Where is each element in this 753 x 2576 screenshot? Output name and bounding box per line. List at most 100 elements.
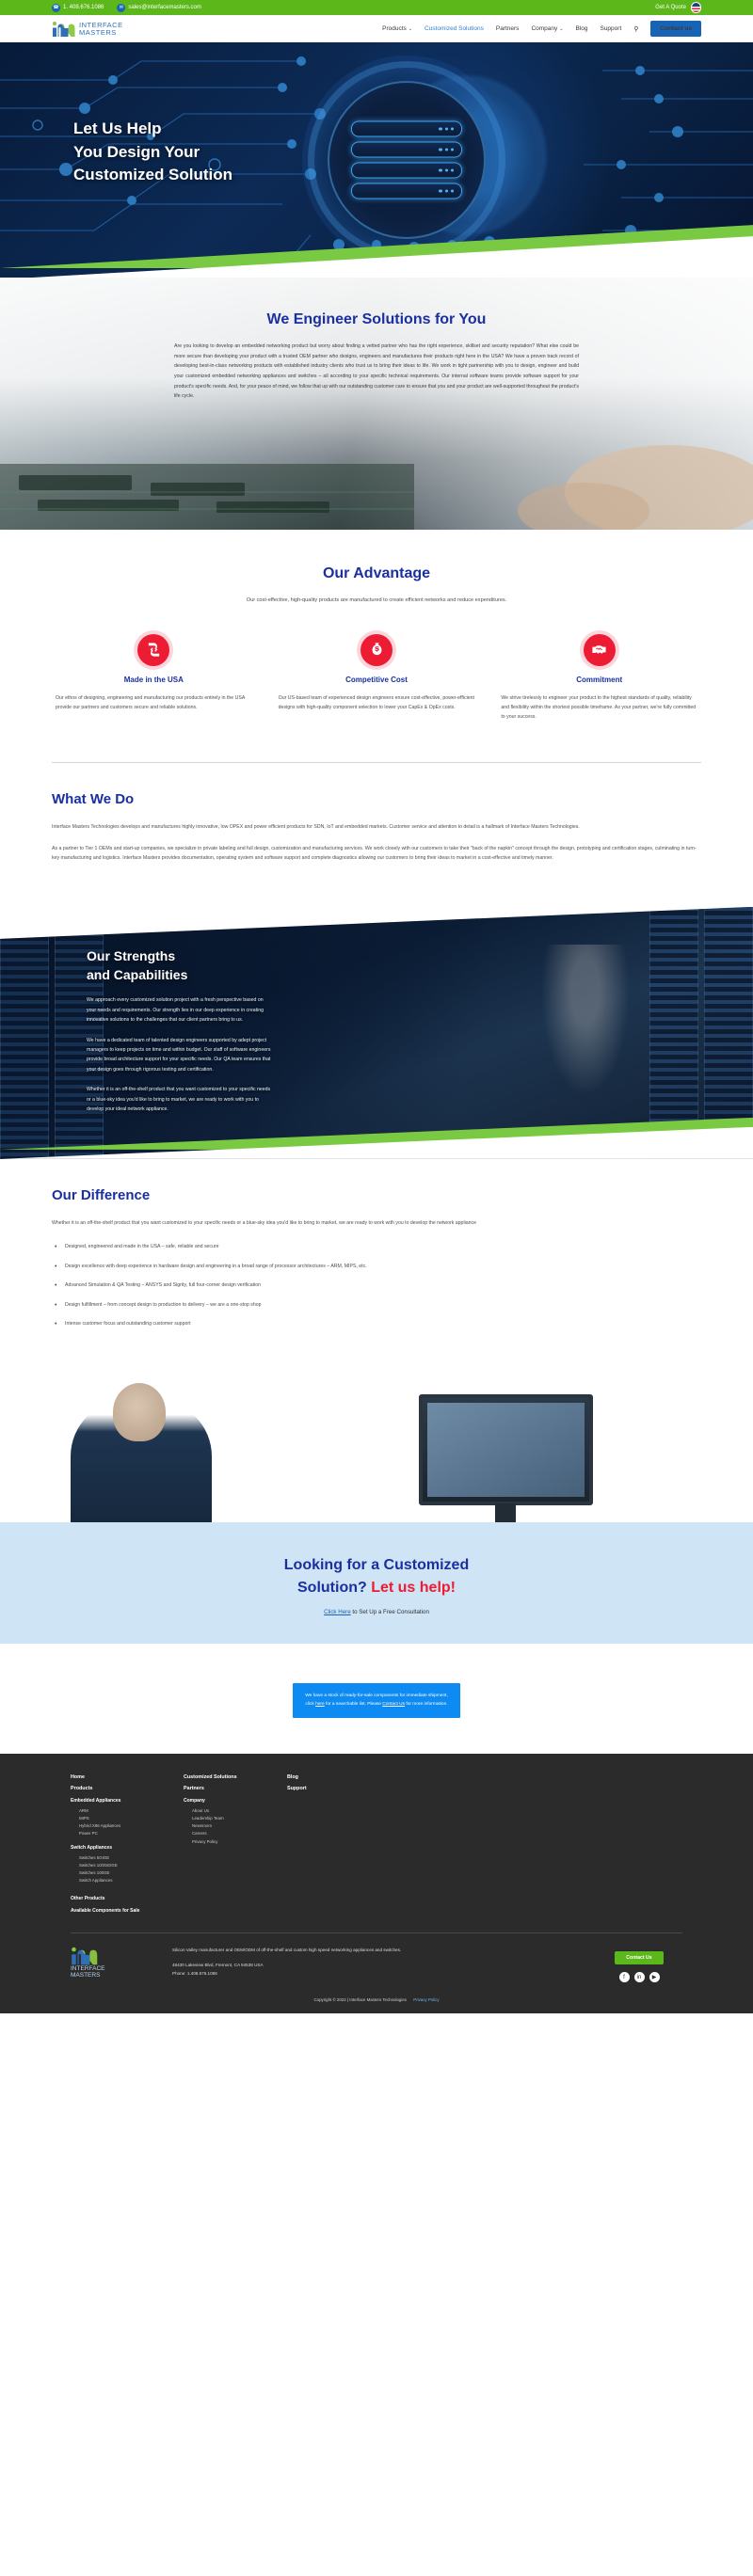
- search-icon[interactable]: ⚲: [633, 25, 638, 33]
- pcb-photo-decoration: [0, 464, 414, 530]
- footer-sublink[interactable]: Switches 5GIGE: [71, 1854, 184, 1862]
- footer-sublink[interactable]: Privacy Policy: [184, 1838, 287, 1846]
- advantage-columns: Made in the USA Our ethos of designing, …: [52, 633, 701, 723]
- footer-group-switch-appliances[interactable]: Switch Appliances: [71, 1845, 184, 1851]
- footer-link-blog[interactable]: Blog: [287, 1774, 391, 1780]
- footer-sublink[interactable]: Switches 10/25GIGE: [71, 1862, 184, 1869]
- what-we-do-paragraph-1: Interface Masters Technologies develops …: [52, 823, 580, 830]
- topbar-phone[interactable]: ☎ 1. 408.676.1086: [52, 3, 104, 12]
- footer-group-company[interactable]: Company: [184, 1798, 287, 1804]
- hero-banner: Let Us Help You Design Your Customized S…: [0, 42, 753, 278]
- we-engineer-content: We Engineer Solutions for You Are you lo…: [0, 311, 753, 402]
- difference-bullet: Design fulfillment – from concept design…: [52, 1300, 701, 1312]
- footer-link-support[interactable]: Support: [287, 1786, 391, 1791]
- nav-item-customized-solutions[interactable]: Customized Solutions: [425, 25, 484, 32]
- nav-links: Products ⌄ Customized Solutions Partners…: [382, 21, 701, 37]
- copyright-bar: Copyright © 2022 | Interface Masters Tec…: [71, 1997, 682, 2002]
- handshake-icon: [583, 633, 616, 666]
- nav-item-partners[interactable]: Partners: [496, 25, 520, 32]
- topbar-quote-group[interactable]: Get A Quote: [655, 2, 701, 13]
- footer-sublink[interactable]: Switch Appliances: [71, 1877, 184, 1884]
- photo-person-head: [113, 1383, 166, 1442]
- server-unit: [351, 120, 462, 137]
- youtube-icon[interactable]: ▶: [649, 1972, 660, 1983]
- mail-icon: ✉: [117, 3, 126, 12]
- our-difference-section: Our Difference Whether it is an off-the-…: [0, 1159, 753, 1367]
- strengths-paragraph-3: Whether it is an off-the-shelf product t…: [87, 1087, 271, 1113]
- photo-monitor-stand: [495, 1503, 516, 1523]
- footer-link-home[interactable]: Home: [71, 1774, 184, 1780]
- nav-item-blog[interactable]: Blog: [575, 25, 587, 32]
- what-we-do-paragraph-2: As a partner to Tier 1 OEMs and start-up…: [52, 845, 697, 862]
- footer-link-products[interactable]: Products: [71, 1786, 184, 1791]
- strengths-title-line-2: and Capabilities: [87, 967, 188, 983]
- site-footer: Home Products Embedded Appliances ARM MI…: [0, 1754, 753, 2014]
- footer-bottom: INTERFACE MASTERS Silicon Valley manufac…: [71, 1947, 682, 1983]
- cta-subline-rest: to Set Up a Free Consultation: [350, 1609, 429, 1616]
- copyright-text: Copyright © 2022 | Interface Masters Tec…: [313, 1997, 407, 2003]
- site-logo[interactable]: INTERFACE MASTERS: [52, 21, 123, 38]
- cta-heading-line-1: Looking for a Customized: [283, 1557, 470, 1574]
- footer-columns: Home Products Embedded Appliances ARM MI…: [71, 1774, 682, 1917]
- footer-link-customized-solutions[interactable]: Customized Solutions: [184, 1774, 287, 1780]
- we-engineer-body: Are you looking to develop an embedded n…: [174, 343, 579, 400]
- hand-photo-decoration: [518, 445, 753, 530]
- footer-sublink[interactable]: Newsroom: [184, 1822, 287, 1830]
- top-utility-bar: ☎ 1. 408.676.1086 ✉ sales@interfacemaste…: [0, 0, 753, 15]
- photo-monitor-screen: [427, 1403, 585, 1498]
- footer-sublink[interactable]: Power PC: [71, 1830, 184, 1837]
- advantage-body: We strive tirelessly to engineer your pr…: [501, 694, 697, 721]
- footer-sublink[interactable]: About Us: [184, 1807, 287, 1815]
- interface-masters-logo-icon: [71, 1947, 152, 1965]
- footer-logo[interactable]: INTERFACE MASTERS: [71, 1947, 152, 1979]
- footer-sublink[interactable]: MIPS: [71, 1815, 184, 1822]
- nav-item-company[interactable]: Company ⌄: [531, 25, 563, 32]
- cta-click-here-link[interactable]: Click Here: [324, 1609, 351, 1615]
- hero-line-3: Customized Solution: [73, 166, 233, 184]
- contact-us-button[interactable]: Contact us: [650, 21, 701, 37]
- facebook-icon[interactable]: f: [618, 1972, 630, 1983]
- privacy-policy-link[interactable]: Privacy Policy: [413, 1997, 439, 2002]
- server-unit: [351, 162, 462, 179]
- notice-contact-us-link[interactable]: Contact Us: [382, 1702, 405, 1707]
- footer-sublink[interactable]: ARM: [71, 1807, 184, 1815]
- our-strengths-section: Our Strengths and Capabilities We approa…: [0, 906, 753, 1159]
- footer-group-embedded-appliances[interactable]: Embedded Appliances: [71, 1798, 184, 1804]
- footer-company-info: Silicon Valley manufacturer and OEM/ODM …: [172, 1947, 575, 1978]
- footer-tagline: Silicon Valley manufacturer and OEM/ODM …: [172, 1948, 402, 1953]
- footer-column-1: Home Products Embedded Appliances ARM MI…: [71, 1774, 184, 1917]
- photo-monitor: [419, 1394, 593, 1506]
- footer-phone: Phone: 1.408.676.1086: [172, 1970, 217, 1976]
- footer-sublink[interactable]: Leadership Team: [184, 1815, 287, 1822]
- footer-sublink[interactable]: Switches 100GE: [71, 1869, 184, 1877]
- footer-sublink[interactable]: Careers: [184, 1830, 287, 1837]
- advantage-card-commitment: Commitment We strive tirelessly to engin…: [497, 633, 701, 723]
- what-we-do-section: What We Do Interface Masters Technologie…: [0, 763, 753, 907]
- difference-bullet: Advanced Simulation & QA Testing – ANSYS…: [52, 1280, 701, 1293]
- topbar-email[interactable]: ✉ sales@interfacemasters.com: [117, 3, 201, 12]
- nav-label: Company: [531, 25, 558, 32]
- nav-item-support[interactable]: Support: [600, 25, 621, 32]
- footer-link-available-components[interactable]: Available Components for Sale: [71, 1908, 184, 1914]
- server-rack-graphic: [351, 120, 462, 199]
- strengths-paragraph-2: We have a dedicated team of talented des…: [87, 1037, 271, 1073]
- logo-line-2: MASTERS: [79, 27, 117, 37]
- notice-here-link[interactable]: here: [315, 1702, 325, 1707]
- server-unit: [351, 183, 462, 199]
- footer-contact-us-button[interactable]: Contact Us: [615, 1951, 664, 1965]
- footer-sublink[interactable]: Hybrid X86 Appliances: [71, 1822, 184, 1830]
- footer-link-partners[interactable]: Partners: [184, 1786, 287, 1791]
- linkedin-icon[interactable]: in: [633, 1972, 645, 1983]
- cta-heading-accent: Let us help!: [371, 1580, 456, 1597]
- our-difference-title: Our Difference: [52, 1186, 151, 1203]
- advantage-heading: Made in the USA: [123, 675, 184, 684]
- advantage-card-competitive-cost: Competitive Cost Our US-based team of ex…: [275, 633, 479, 723]
- nav-item-products[interactable]: Products ⌄: [382, 25, 412, 32]
- difference-bullet: Designed, engineered and made in the USA…: [52, 1242, 701, 1254]
- footer-logo-wordmark: INTERFACE MASTERS: [71, 1965, 152, 1979]
- hero-line-1: Let Us Help: [73, 119, 162, 137]
- what-we-do-title: What We Do: [52, 790, 135, 807]
- chevron-down-icon: ⌄: [559, 25, 564, 32]
- supply-chain-icon: [137, 633, 170, 666]
- footer-link-other-products[interactable]: Other Products: [71, 1896, 184, 1901]
